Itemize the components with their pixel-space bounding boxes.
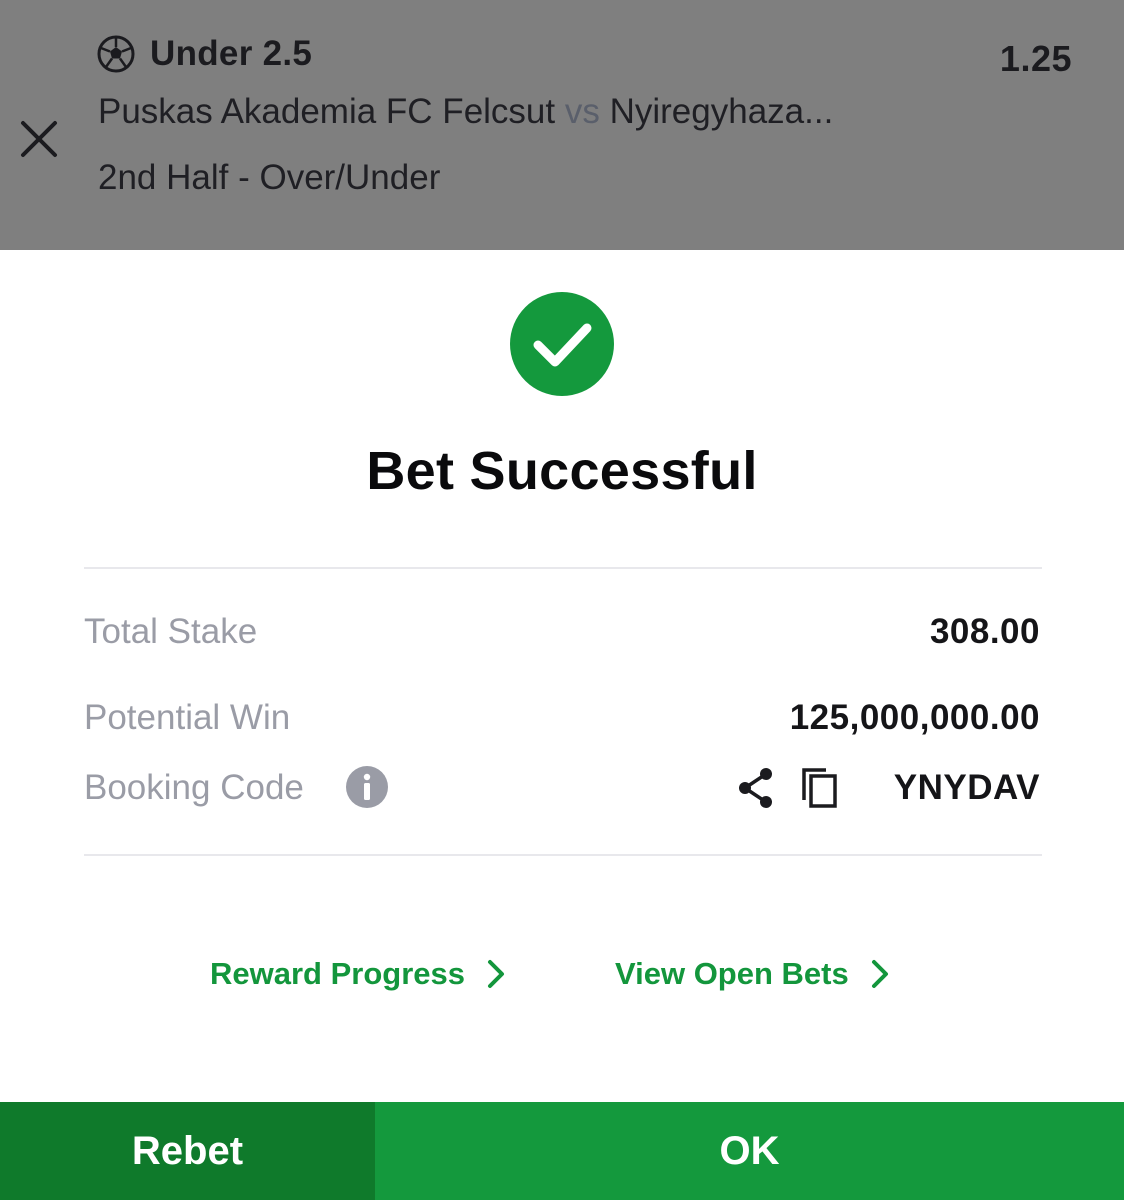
reward-progress-link[interactable]: Reward Progress	[210, 956, 505, 992]
potential-win-label: Potential Win	[84, 698, 291, 737]
success-title: Bet Successful	[366, 441, 758, 501]
divider-top	[84, 567, 1042, 569]
chevron-right-icon	[488, 960, 504, 988]
booking-code-label: Booking Code	[84, 768, 304, 807]
reward-progress-label: Reward Progress	[210, 956, 465, 991]
selection-odds: 1.25	[999, 38, 1072, 79]
check-circle-icon	[510, 292, 614, 396]
total-stake-label: Total Stake	[84, 612, 258, 651]
ok-button[interactable]: OK	[375, 1102, 1124, 1200]
chevron-right-icon	[871, 960, 888, 988]
vs-label: vs	[564, 92, 600, 131]
view-open-bets-label: View Open Bets	[615, 956, 849, 991]
total-stake-value: 308.00	[929, 612, 1040, 651]
soccer-ball-icon	[97, 35, 135, 73]
view-open-bets-link[interactable]: View Open Bets	[615, 956, 889, 992]
match-teams: Puskas Akademia FC Felcsut vs Nyiregyhaz…	[98, 92, 928, 132]
market-name: 2nd Half - Over/Under	[98, 158, 441, 197]
away-team: Nyiregyhaza...	[609, 92, 834, 131]
selection-title: Under 2.5	[150, 34, 313, 73]
info-icon[interactable]	[346, 766, 388, 808]
bet-selection-header: Under 2.5 1.25 Puskas Akademia FC Felcsu…	[0, 0, 1124, 250]
share-icon[interactable]	[736, 766, 776, 810]
home-team: Puskas Akademia FC Felcsut	[98, 92, 556, 131]
potential-win-value: 125,000,000.00	[789, 698, 1040, 737]
divider-bottom	[84, 854, 1042, 856]
selection-row: Under 2.5	[96, 34, 312, 74]
booking-code-value[interactable]: YNYDAV	[894, 768, 1040, 808]
copy-icon[interactable]	[800, 766, 840, 810]
close-icon	[21, 121, 57, 157]
rebet-button[interactable]: Rebet	[0, 1102, 375, 1200]
close-button[interactable]	[16, 116, 62, 162]
